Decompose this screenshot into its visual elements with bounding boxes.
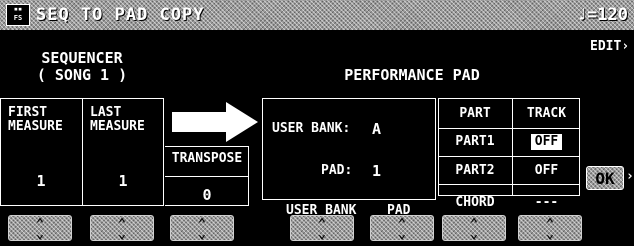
ok-label: OK (595, 168, 615, 188)
transpose-updown-button[interactable]: ⌃ ⌄ (170, 215, 234, 241)
part-row-label: PART1 (455, 134, 495, 149)
pad-updown-button[interactable]: ⌃ ⌄ (370, 215, 434, 241)
ok-button[interactable]: OK (586, 166, 624, 190)
part-header: PART (459, 106, 491, 121)
divider (438, 184, 580, 185)
divider (438, 128, 580, 129)
up-down-arrow-icon: ⌃ ⌄ (545, 216, 555, 242)
chevron-right-icon: › (626, 169, 634, 184)
divider (165, 176, 249, 177)
chord-track-value[interactable]: --- (513, 196, 580, 210)
title-bar: ▪▪ FS SEQ TO PAD COPY ♩=120 (0, 0, 634, 30)
sequencer-title: SEQUENCER ( SONG 1 ) (0, 50, 164, 84)
part2-track-value[interactable]: OFF (513, 164, 580, 178)
up-down-arrow-icon: ⌃ ⌄ (35, 216, 45, 242)
part1-track-toggle[interactable]: OFF (513, 134, 580, 150)
last-measure-value[interactable]: 1 (82, 172, 164, 190)
song-label: ( SONG 1 ) (36, 66, 128, 84)
performance-pad-title: PERFORMANCE PAD (344, 66, 480, 84)
track-header: TRACK (526, 106, 567, 121)
chord-updown-button[interactable]: ⌃ ⌄ (442, 215, 506, 241)
up-down-arrow-icon: ⌃ ⌄ (197, 216, 207, 242)
part-row-label: CHORD (455, 195, 495, 210)
transpose-label: TRANSPOSE (171, 151, 243, 166)
edit-label: EDIT (590, 39, 622, 54)
track-value[interactable]: OFF (530, 134, 563, 150)
copy-arrow-icon (172, 102, 258, 142)
performance-pad-panel (262, 98, 436, 200)
edit-button[interactable]: EDIT› (590, 40, 629, 54)
last-measure-updown-button[interactable]: ⌃ ⌄ (90, 215, 154, 241)
up-down-arrow-icon: ⌃ ⌄ (469, 216, 479, 242)
first-measure-label: FIRST MEASURE (8, 105, 63, 134)
first-measure-value[interactable]: 1 (0, 172, 82, 190)
tempo-display: ♩=120 (576, 5, 628, 25)
user-bank-value[interactable]: A (372, 120, 381, 138)
up-down-arrow-icon: ⌃ ⌄ (397, 216, 407, 242)
first-measure-updown-button[interactable]: ⌃ ⌄ (8, 215, 72, 241)
user-bank-label: USER BANK: (272, 121, 351, 136)
chord-track-updown-button[interactable]: ⌃ ⌄ (518, 215, 582, 241)
logo-icon: ▪▪ FS (6, 4, 30, 26)
transpose-value[interactable]: 0 (165, 186, 249, 204)
pad-value[interactable]: 1 (372, 162, 381, 180)
pad-label: PAD: (321, 163, 353, 178)
divider (438, 156, 580, 157)
chevron-right-icon: › (621, 39, 630, 54)
up-down-arrow-icon: ⌃ ⌄ (317, 216, 327, 242)
sequencer-label: SEQUENCER (41, 49, 123, 67)
part-row-label: PART2 (455, 163, 495, 178)
last-measure-label: LAST MEASURE (90, 105, 145, 134)
user-bank-updown-button[interactable]: ⌃ ⌄ (290, 215, 354, 241)
page-title: SEQ TO PAD COPY (36, 5, 205, 25)
up-down-arrow-icon: ⌃ ⌄ (117, 216, 127, 242)
